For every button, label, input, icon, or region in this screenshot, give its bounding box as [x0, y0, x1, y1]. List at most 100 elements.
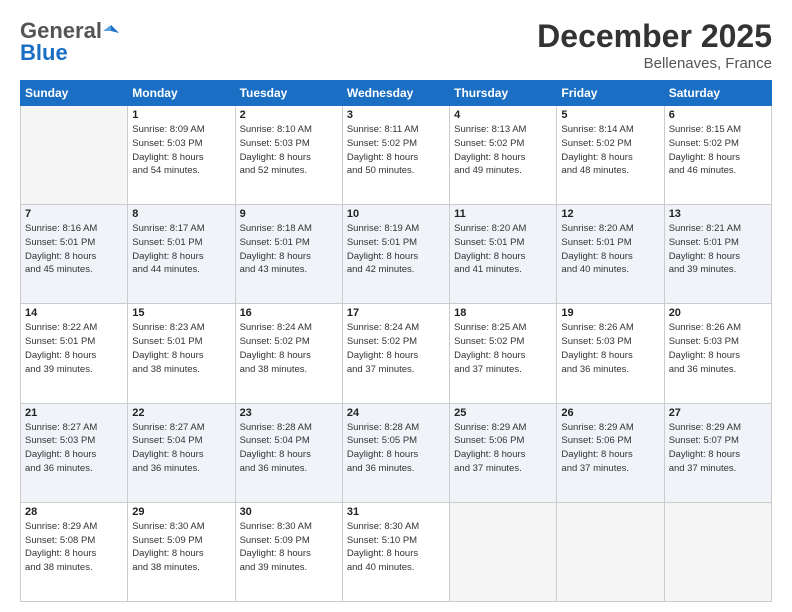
day-number: 18 [454, 307, 552, 319]
cell-line: Sunrise: 8:27 AM [25, 421, 123, 435]
cell-content: Sunrise: 8:21 AMSunset: 5:01 PMDaylight:… [669, 222, 767, 277]
cell-line: Sunset: 5:02 PM [669, 137, 767, 151]
cell-line: and 43 minutes. [240, 263, 338, 277]
cell-line: Sunset: 5:03 PM [132, 137, 230, 151]
calendar-cell: 4Sunrise: 8:13 AMSunset: 5:02 PMDaylight… [450, 106, 557, 205]
day-number: 5 [561, 109, 659, 121]
day-number: 14 [25, 307, 123, 319]
cell-line: Daylight: 8 hours [240, 349, 338, 363]
cell-line: and 48 minutes. [561, 164, 659, 178]
page-header: General Blue December 2025 Bellenaves, F… [20, 18, 772, 72]
calendar-cell: 23Sunrise: 8:28 AMSunset: 5:04 PMDayligh… [235, 403, 342, 502]
day-header-thursday: Thursday [450, 81, 557, 106]
day-number: 15 [132, 307, 230, 319]
cell-line: and 37 minutes. [454, 363, 552, 377]
calendar-cell: 31Sunrise: 8:30 AMSunset: 5:10 PMDayligh… [342, 502, 449, 601]
calendar-cell: 19Sunrise: 8:26 AMSunset: 5:03 PMDayligh… [557, 304, 664, 403]
day-number: 25 [454, 407, 552, 419]
cell-line: Sunset: 5:06 PM [454, 434, 552, 448]
cell-line: Daylight: 8 hours [132, 250, 230, 264]
cell-line: Sunrise: 8:29 AM [454, 421, 552, 435]
cell-line: Sunset: 5:01 PM [25, 236, 123, 250]
cell-line: Sunrise: 8:26 AM [561, 321, 659, 335]
cell-line: and 36 minutes. [669, 363, 767, 377]
cell-line: Sunrise: 8:22 AM [25, 321, 123, 335]
cell-line: Sunset: 5:04 PM [240, 434, 338, 448]
calendar-table: SundayMondayTuesdayWednesdayThursdayFrid… [20, 80, 772, 602]
cell-line: Sunrise: 8:26 AM [669, 321, 767, 335]
calendar-cell: 24 Sunrise: 8:28 AMSunset: 5:05 PMDayligh… [342, 403, 449, 502]
cell-line: Daylight: 8 hours [561, 250, 659, 264]
cell-content: Sunrise: 8:28 AMSunset: 5:05 PMDaylight:… [347, 421, 445, 476]
cell-line: and 39 minutes. [240, 561, 338, 575]
cell-line: Sunset: 5:02 PM [454, 137, 552, 151]
calendar-cell: 15Sunrise: 8:23 AMSunset: 5:01 PMDayligh… [128, 304, 235, 403]
cell-line: Sunrise: 8:28 AM [347, 421, 445, 435]
cell-line: Daylight: 8 hours [132, 349, 230, 363]
cell-line: Sunrise: 8:14 AM [561, 123, 659, 137]
cell-line: Daylight: 8 hours [669, 448, 767, 462]
cell-line: Sunrise: 8:23 AM [132, 321, 230, 335]
cell-line: Sunset: 5:05 PM [347, 434, 445, 448]
cell-line: Daylight: 8 hours [25, 547, 123, 561]
cell-line: Sunset: 5:01 PM [669, 236, 767, 250]
cell-content: Sunrise: 8:24 AMSunset: 5:02 PMDaylight:… [240, 321, 338, 376]
cell-line: Sunset: 5:06 PM [561, 434, 659, 448]
cell-line: Daylight: 8 hours [25, 349, 123, 363]
cell-content: Sunrise: 8:20 AMSunset: 5:01 PMDaylight:… [454, 222, 552, 277]
cell-line: Sunrise: 8:21 AM [669, 222, 767, 236]
calendar-cell: 10Sunrise: 8:19 AMSunset: 5:01 PMDayligh… [342, 205, 449, 304]
cell-content: Sunrise: 8:30 AMSunset: 5:10 PMDaylight:… [347, 520, 445, 575]
logo-blue: Blue [20, 40, 68, 66]
calendar-cell: 9Sunrise: 8:18 AMSunset: 5:01 PMDaylight… [235, 205, 342, 304]
calendar-cell: 16Sunrise: 8:24 AMSunset: 5:02 PMDayligh… [235, 304, 342, 403]
cell-line: Sunrise: 8:20 AM [454, 222, 552, 236]
day-number: 28 [25, 506, 123, 518]
cell-line: Sunrise: 8:17 AM [132, 222, 230, 236]
calendar-cell: 17Sunrise: 8:24 AMSunset: 5:02 PMDayligh… [342, 304, 449, 403]
day-number: 24 [347, 407, 445, 419]
cell-line: and 36 minutes. [25, 462, 123, 476]
calendar-cell: 21Sunrise: 8:27 AMSunset: 5:03 PMDayligh… [21, 403, 128, 502]
cell-content: Sunrise: 8:29 AMSunset: 5:07 PMDaylight:… [669, 421, 767, 476]
cell-line: Daylight: 8 hours [561, 349, 659, 363]
cell-line: Sunrise: 8:19 AM [347, 222, 445, 236]
cell-content: Sunrise: 8:11 AMSunset: 5:02 PMDaylight:… [347, 123, 445, 178]
cell-line: Sunrise: 8:28 AM [240, 421, 338, 435]
cell-line: Sunset: 5:03 PM [669, 335, 767, 349]
cell-line: and 38 minutes. [132, 363, 230, 377]
calendar-cell: 20Sunrise: 8:26 AMSunset: 5:03 PMDayligh… [664, 304, 771, 403]
calendar-cell: 14 Sunrise: 8:22 AMSunset: 5:01 PMDayligh… [21, 304, 128, 403]
calendar-cell: 12Sunrise: 8:20 AMSunset: 5:01 PMDayligh… [557, 205, 664, 304]
cell-line: Sunrise: 8:29 AM [25, 520, 123, 534]
cell-line: and 39 minutes. [25, 363, 123, 377]
cell-line: and 38 minutes. [132, 561, 230, 575]
day-header-monday: Monday [128, 81, 235, 106]
calendar-cell: 13Sunrise: 8:21 AMSunset: 5:01 PMDayligh… [664, 205, 771, 304]
cell-line: Daylight: 8 hours [669, 151, 767, 165]
cell-line: Sunrise: 8:09 AM [132, 123, 230, 137]
day-number: 10 [347, 208, 445, 220]
cell-line: Sunset: 5:01 PM [132, 236, 230, 250]
day-number: 7 [25, 208, 123, 220]
cell-content: Sunrise: 8:26 AMSunset: 5:03 PMDaylight:… [561, 321, 659, 376]
calendar-cell [557, 502, 664, 601]
cell-line: and 52 minutes. [240, 164, 338, 178]
cell-line: Daylight: 8 hours [454, 448, 552, 462]
cell-line: Sunset: 5:01 PM [25, 335, 123, 349]
day-number: 4 [454, 109, 552, 121]
cell-line: Sunset: 5:10 PM [347, 534, 445, 548]
day-number: 12 [561, 208, 659, 220]
cell-line: and 41 minutes. [454, 263, 552, 277]
cell-line: Daylight: 8 hours [347, 151, 445, 165]
cell-content: Sunrise: 8:29 AMSunset: 5:06 PMDaylight:… [454, 421, 552, 476]
cell-line: Sunrise: 8:29 AM [669, 421, 767, 435]
cell-line: Sunset: 5:07 PM [669, 434, 767, 448]
day-header-friday: Friday [557, 81, 664, 106]
calendar-cell: 25 Sunrise: 8:29 AMSunset: 5:06 PMDayligh… [450, 403, 557, 502]
day-number: 2 [240, 109, 338, 121]
cell-line: Sunset: 5:04 PM [132, 434, 230, 448]
cell-line: Sunrise: 8:25 AM [454, 321, 552, 335]
cell-content: Sunrise: 8:26 AMSunset: 5:03 PMDaylight:… [669, 321, 767, 376]
cell-line: Daylight: 8 hours [132, 547, 230, 561]
